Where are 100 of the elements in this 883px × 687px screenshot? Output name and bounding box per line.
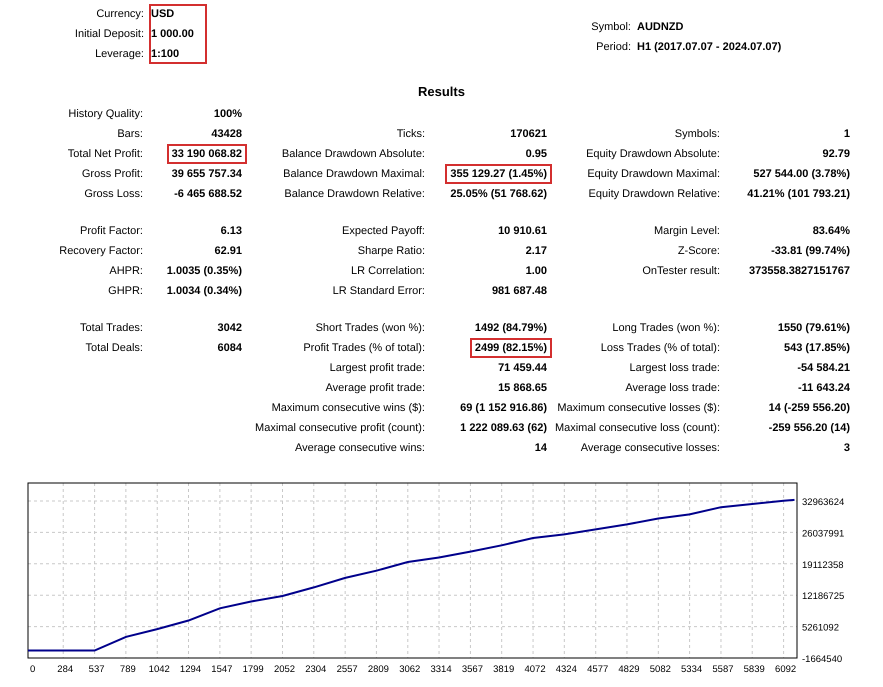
field-label: Period:	[595, 40, 632, 55]
stat-value: 527 544.00 (3.78%)	[752, 167, 851, 182]
x-tick-label: 3062	[399, 664, 420, 675]
x-tick-label: 5334	[681, 664, 702, 675]
stat-value: 39 655 757.34	[170, 167, 243, 182]
stat-label: Largest profit trade:	[330, 360, 425, 376]
stat-label: Sharpe Ratio:	[358, 244, 425, 259]
field-value: 1:100	[150, 47, 180, 62]
stat-value: 10 910.61	[497, 224, 548, 239]
stat-value: 1	[842, 127, 851, 142]
x-tick-label: 2052	[274, 664, 296, 675]
stat-label: Margin Level:	[654, 224, 720, 239]
stat-value: 170621	[509, 127, 548, 142]
stat-label: Average profit trade:	[326, 380, 425, 396]
x-tick-label: 4324	[556, 664, 577, 675]
field-label: Currency:	[95, 7, 145, 22]
stat-value: 6.13	[220, 224, 243, 239]
stat-value: 1.0034 (0.34%)	[166, 284, 243, 299]
stat-label: AHPR:	[109, 264, 143, 279]
stat-value: 3042	[216, 321, 243, 336]
stat-label: History Quality:	[68, 106, 143, 122]
stat-label: Equity Drawdown Relative:	[588, 186, 720, 202]
stat-label: LR Standard Error:	[332, 284, 425, 299]
section-title: Results	[418, 83, 465, 101]
x-tick-label: 3819	[493, 664, 514, 675]
stat-value: 92.79	[821, 147, 851, 162]
stat-value: -259 556.20 (14)	[768, 421, 851, 436]
x-tick-label: 1799	[242, 664, 264, 675]
stat-label: Gross Profit:	[82, 166, 143, 182]
stat-value: 543 (17.85%)	[782, 341, 851, 356]
stat-label: Average loss trade:	[625, 380, 720, 396]
stat-value: 33 190 068.82	[166, 144, 247, 164]
stat-value: 1550 (79.61%)	[776, 321, 851, 336]
x-tick-label: 1294	[180, 664, 202, 675]
stat-label: Total Net Profit:	[68, 146, 143, 162]
x-tick-label: 0	[30, 664, 36, 675]
stat-value: 100%	[212, 107, 243, 122]
stat-label: Loss Trades (% of total):	[600, 340, 720, 356]
stat-label: Symbols:	[674, 126, 720, 142]
stat-label: Z-Score:	[678, 244, 720, 259]
stat-label: LR Correlation:	[351, 264, 425, 279]
stat-label: Gross Loss:	[84, 186, 143, 202]
stat-value: -33.81 (99.74%)	[770, 244, 851, 259]
stat-label: Average consecutive wins:	[294, 440, 425, 456]
x-tick-label: 537	[88, 664, 105, 675]
stat-value: 355 129.27 (1.45%)	[445, 164, 552, 184]
stat-label: Ticks:	[396, 126, 425, 142]
stat-label: Profit Factor:	[80, 224, 143, 239]
stat-label: Equity Drawdown Maximal:	[587, 166, 720, 182]
x-tick-label: 789	[120, 664, 136, 675]
x-tick-label: 4577	[587, 664, 608, 675]
stat-label: Maximal consecutive profit (count):	[255, 420, 425, 436]
x-tick-label: 2557	[336, 664, 358, 675]
stat-value: 1 222 089.63 (62)	[459, 421, 548, 436]
stat-value: 83.64%	[812, 224, 851, 239]
field-value: 1 000.00	[150, 27, 194, 42]
stat-value: 1.0035 (0.35%)	[166, 264, 243, 279]
field-value: AUDNZD	[637, 21, 684, 33]
stat-value: 981 687.48	[490, 284, 548, 299]
field-label: Leverage:	[94, 47, 145, 62]
x-tick-label: 4829	[618, 664, 640, 675]
stat-value: 6084	[216, 341, 243, 356]
stat-value: 373558.3827151767	[748, 264, 851, 279]
x-tick-label: 1042	[148, 664, 170, 675]
stat-value: 1.00	[524, 264, 548, 279]
field-label: Symbol:	[590, 20, 632, 35]
stat-label: GHPR:	[108, 284, 143, 299]
stat-value: 2.17	[524, 244, 548, 259]
stat-value: 71 459.44	[497, 361, 548, 376]
stat-value: -6 465 688.52	[173, 187, 243, 202]
stat-label: Recovery Factor:	[59, 244, 143, 259]
stat-label: Maximum consecutive losses ($):	[557, 400, 720, 416]
x-tick-label: 2304	[305, 664, 326, 675]
x-tick-label: 3314	[430, 664, 452, 675]
stat-label: OnTester result:	[642, 264, 720, 279]
stat-value: -11 643.24	[797, 381, 851, 396]
y-tick-label: 5261092	[802, 622, 839, 634]
x-tick-label: 2809	[368, 664, 389, 675]
x-tick-label: 5587	[712, 664, 734, 675]
stat-value: 43428	[210, 127, 243, 142]
stat-value: 41.21% (101 793.21)	[746, 187, 851, 202]
stat-label: Total Deals:	[86, 340, 143, 356]
x-tick-label: 4072	[524, 664, 546, 675]
stat-label: Long Trades (won %):	[612, 320, 720, 336]
y-tick-label: 19112358	[802, 560, 844, 571]
stat-label: Average consecutive losses:	[580, 440, 720, 456]
x-tick-label: 5839	[744, 664, 765, 675]
stat-value: -54 584.21	[796, 361, 851, 376]
stat-value: 69 (1 152 916.86)	[459, 401, 548, 416]
stat-label: Balance Drawdown Maximal:	[283, 166, 425, 182]
stat-value: 2499 (82.15%)	[470, 338, 552, 358]
x-tick-label: 1547	[211, 664, 232, 675]
stat-label: Balance Drawdown Absolute:	[282, 146, 425, 162]
stat-value: 1492 (84.79%)	[474, 321, 548, 336]
stat-label: Total Trades:	[80, 320, 143, 336]
stat-value: 15 868.65	[497, 381, 548, 396]
stat-value: 14	[534, 441, 548, 456]
stat-label: Maximal consecutive loss (count):	[554, 420, 720, 436]
x-tick-label: 3567	[462, 664, 483, 675]
y-tick-label: 26037991	[802, 528, 844, 540]
